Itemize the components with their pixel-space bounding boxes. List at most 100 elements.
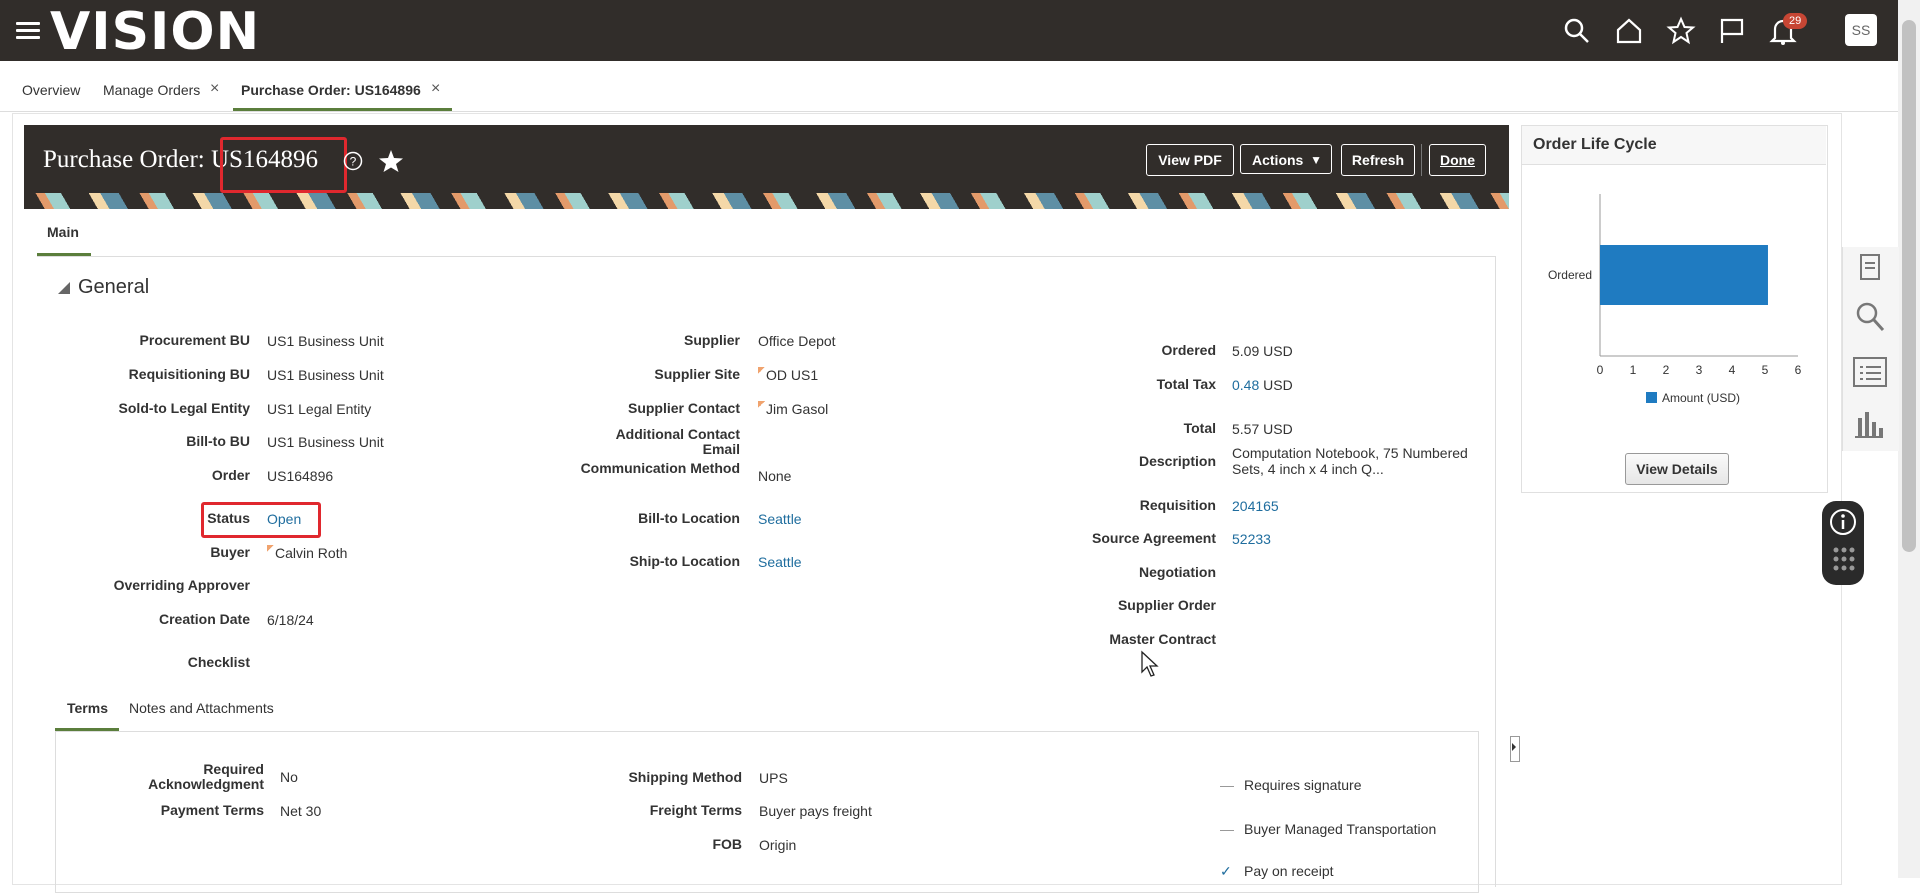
list-icon[interactable] (1852, 355, 1888, 389)
lifecycle-title: Order Life Cycle (1533, 136, 1657, 153)
field-value: 6/18/24 (267, 612, 314, 628)
field-label: Total Tax (1156, 376, 1216, 392)
field-label: Additional Contact Email (615, 426, 740, 457)
tab-main[interactable]: Main (47, 224, 79, 240)
view-details-button[interactable]: View Details (1625, 453, 1729, 485)
close-tab-purchase-order-icon[interactable]: × (431, 80, 440, 98)
actions-label: Actions (1252, 152, 1304, 168)
x-tick-label: 0 (1597, 363, 1604, 377)
field-label: Source Agreement (1092, 530, 1216, 546)
field-label: Bill-to Location (638, 510, 740, 526)
subtab-terms[interactable]: Terms (67, 700, 108, 716)
x-tick-label: 5 (1762, 363, 1769, 377)
field-value: Buyer pays freight (759, 803, 872, 819)
subtab-notes-attachments[interactable]: Notes and Attachments (129, 700, 274, 716)
grip-dots-icon[interactable] (1831, 545, 1857, 575)
field-label: Required Acknowledgment (148, 761, 264, 792)
supplier-site-value[interactable]: OD US1 (758, 367, 818, 383)
buyer-value[interactable]: Calvin Roth (267, 545, 347, 561)
actions-button[interactable]: Actions ▼ (1240, 144, 1332, 174)
field-label: Ship-to Location (629, 553, 740, 569)
field-label: Order (211, 467, 250, 483)
checkbox-label: Pay on receipt (1244, 863, 1334, 879)
field-value: Net 30 (280, 803, 322, 819)
section-general-title[interactable]: General (78, 276, 149, 299)
buyer-managed-transportation-checkbox[interactable]: Buyer Managed Transportation (1220, 821, 1436, 837)
checkmark-icon: ✓ (1220, 863, 1232, 879)
bar-ordered (1600, 245, 1768, 305)
total-tax-value: 0.48 USD (1232, 377, 1293, 393)
field-value: US164896 (267, 468, 334, 484)
document-icon[interactable] (1856, 252, 1884, 282)
field-value: US1 Business Unit (267, 434, 384, 450)
ship-to-location-link[interactable]: Seattle (758, 554, 802, 570)
description-value: Computation Notebook, 75 Numbered Sets, … (1232, 445, 1468, 477)
currency: USD (1263, 421, 1293, 437)
favorites-star-icon[interactable] (1666, 16, 1696, 46)
collapse-pane-handle[interactable] (1510, 736, 1520, 762)
user-avatar[interactable]: SS (1845, 14, 1877, 46)
field-label: Negotiation (1139, 564, 1216, 580)
search-tool-icon[interactable] (1854, 300, 1886, 334)
field-label: Supplier Order (1117, 597, 1216, 613)
tab-manage-orders[interactable]: Manage Orders (103, 82, 200, 98)
notification-badge: 29 (1783, 13, 1808, 29)
favorite-star-icon[interactable] (378, 149, 404, 173)
field-label: Communication Method (580, 460, 740, 476)
search-icon[interactable] (1562, 16, 1592, 46)
tab-overview[interactable]: Overview (22, 82, 80, 98)
order-number-highlight (220, 137, 347, 193)
chevron-down-icon: ▼ (1310, 153, 1322, 167)
field-value: US1 Business Unit (267, 333, 384, 349)
pay-on-receipt-checkbox[interactable]: ✓ Pay on receipt (1220, 863, 1334, 879)
analytics-chart-icon[interactable] (1852, 406, 1886, 440)
supplier-contact-value[interactable]: Jim Gasol (758, 401, 828, 417)
scrollbar-thumb[interactable] (1902, 20, 1916, 552)
info-icon[interactable] (1828, 507, 1858, 537)
field-value: UPS (759, 770, 788, 786)
lifecycle-bar-chart: 0 1 2 3 4 5 6 Ordered Amount (USD) (1548, 194, 1802, 405)
requisition-link[interactable]: 204165 (1232, 498, 1279, 514)
refresh-button[interactable]: Refresh (1341, 144, 1415, 176)
field-value: Office Depot (758, 333, 836, 349)
field-value: US1 Legal Entity (267, 401, 372, 417)
field-label: Requisition (1139, 497, 1216, 513)
checkbox-label: Requires signature (1244, 777, 1362, 793)
field-label: Buyer (210, 544, 250, 560)
ordered-value: 5.09 USD (1232, 343, 1293, 359)
legend-label: Amount (USD) (1662, 391, 1740, 405)
close-tab-manage-orders-icon[interactable]: × (210, 80, 219, 98)
field-value: No (280, 769, 298, 785)
field-value: US1 Business Unit (267, 367, 384, 383)
source-agreement-link[interactable]: 52233 (1232, 531, 1271, 547)
help-icon[interactable]: ? (343, 151, 363, 171)
checkbox-label: Buyer Managed Transportation (1244, 821, 1437, 837)
field-label: Shipping Method (628, 769, 742, 785)
x-tick-label: 2 (1663, 363, 1670, 377)
field-label: Overriding Approver (113, 577, 250, 593)
status-highlight (201, 502, 321, 538)
unchecked-icon (1220, 785, 1234, 787)
menu-icon[interactable] (16, 22, 40, 40)
y-category-label: Ordered (1548, 268, 1592, 282)
legend-swatch (1646, 392, 1657, 403)
app-logo[interactable]: VISION (50, 2, 260, 62)
requires-signature-checkbox[interactable]: Requires signature (1220, 777, 1362, 793)
bill-to-location-link[interactable]: Seattle (758, 511, 802, 527)
flag-icon[interactable] (1717, 16, 1747, 46)
svg-text:?: ? (350, 155, 357, 169)
home-icon[interactable] (1614, 16, 1644, 46)
tax-amount-link[interactable]: 0.48 (1232, 377, 1259, 393)
x-tick-label: 3 (1696, 363, 1703, 377)
amount: 5.09 (1232, 343, 1260, 359)
tab-purchase-order[interactable]: Purchase Order: US164896 (241, 82, 421, 98)
tab-divider (0, 111, 1898, 112)
view-pdf-button[interactable]: View PDF (1146, 144, 1234, 176)
unchecked-icon (1220, 829, 1234, 831)
collapse-triangle-icon[interactable] (58, 282, 70, 294)
field-label: Requisitioning BU (128, 366, 250, 382)
field-label: Total (1183, 420, 1216, 436)
currency: USD (1263, 377, 1293, 393)
field-label: Supplier Site (654, 366, 740, 382)
done-button[interactable]: Done (1429, 144, 1486, 176)
